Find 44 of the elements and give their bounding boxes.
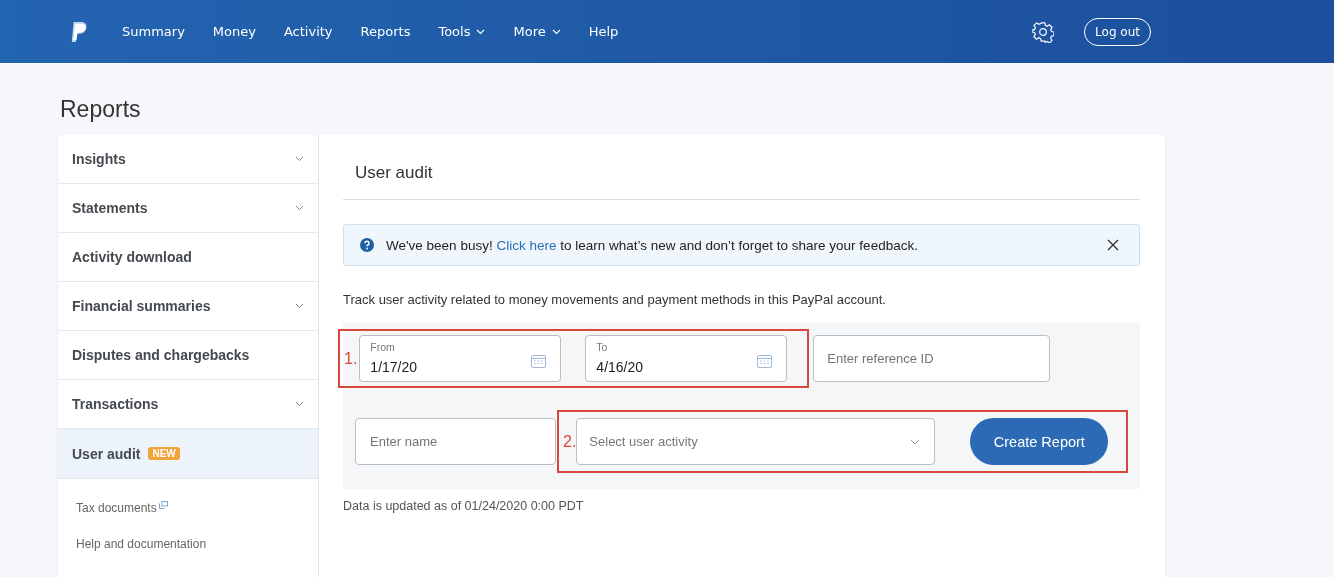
nav-link[interactable]: Activity <box>283 24 333 39</box>
nav-link[interactable]: More <box>513 24 561 39</box>
sidebar-item-label: Transactions <box>72 396 159 412</box>
nav-link[interactable]: Tools <box>438 24 486 39</box>
sidebar-item[interactable]: Financial summaries <box>58 282 318 331</box>
update-note: Data is updated as of 01/24/2020 0:00 PDT <box>343 499 585 513</box>
settings-icon[interactable] <box>1032 20 1055 43</box>
calendar-icon <box>757 354 773 368</box>
help-icon <box>360 238 374 252</box>
annotation-number: 2. <box>563 432 577 451</box>
nav-link[interactable]: Money <box>212 24 256 39</box>
sidebar-item[interactable]: Activity download <box>58 233 318 282</box>
nav-link[interactable]: Summary <box>122 24 185 39</box>
click-here-link[interactable]: Click here <box>496 237 557 253</box>
sidebar-item[interactable]: Insights <box>58 135 318 184</box>
notice-text: We've been busy! Click here to learn what’s new and don’t forget to share your feedback. <box>386 237 919 253</box>
calendar-icon <box>531 354 547 368</box>
create-report-button[interactable]: Create Report <box>970 418 1109 465</box>
annotation-number: 1. <box>344 349 358 368</box>
sidebar-item-label: Insights <box>72 151 126 167</box>
new-badge: NEW <box>148 447 180 460</box>
nav-link[interactable]: Reports <box>360 24 411 39</box>
sidebar-link[interactable]: Tax documents <box>76 501 157 515</box>
close-icon[interactable] <box>1107 239 1119 251</box>
nav-link[interactable]: Help <box>588 24 619 39</box>
page-title: Reports <box>60 96 142 123</box>
date-field[interactable]: From 1/17/20 <box>359 335 562 382</box>
sidebar-item-label: Activity download <box>72 249 192 265</box>
date-field[interactable]: To 4/16/20 <box>585 335 788 382</box>
activity-dropdown[interactable]: Select user activity <box>576 418 936 465</box>
sidebar-item[interactable]: User audit NEW <box>58 429 318 479</box>
sidebar-item[interactable]: Statements <box>58 184 318 233</box>
logo-icon[interactable] <box>70 20 88 43</box>
sidebar-item-label: Financial summaries <box>72 298 211 314</box>
chevron-down-icon <box>910 438 921 445</box>
sidebar-item[interactable]: Disputes and chargebacks <box>58 331 318 380</box>
description-text: Track user activity related to money movements and payment methods in this PayPal account. <box>343 292 887 307</box>
sidebar-item-label: Disputes and chargebacks <box>72 347 250 363</box>
reference-id-field[interactable]: Enter reference ID <box>813 335 1051 382</box>
sidebar-link[interactable]: Help and documentation <box>76 537 207 551</box>
section-title: User audit <box>343 135 1140 200</box>
sidebar-item-label: Statements <box>72 200 148 216</box>
sidebar-item-label: User audit <box>72 445 141 462</box>
name-field[interactable]: Enter name <box>355 418 556 465</box>
